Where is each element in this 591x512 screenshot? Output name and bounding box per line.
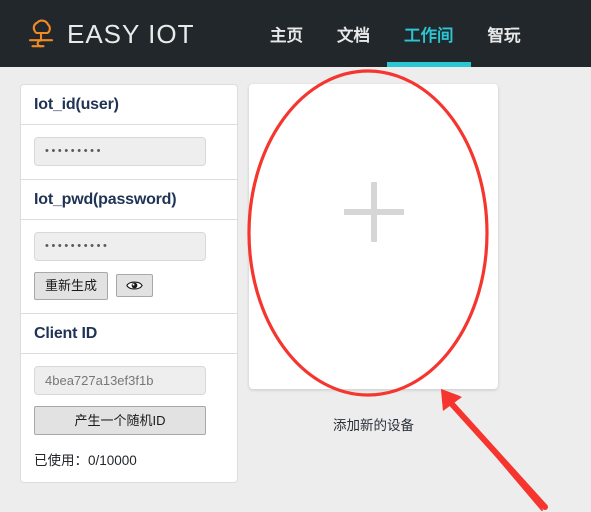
main-navigation: 主页 文档 工作间 智玩: [253, 0, 538, 67]
client-id-actions: 产生一个随机ID: [34, 405, 224, 436]
client-id-section-header: Client ID: [21, 314, 237, 354]
nav-label: 智玩: [487, 26, 521, 45]
client-id-title: Client ID: [34, 324, 98, 342]
nav-label: 文档: [337, 26, 370, 45]
toggle-password-visibility-button[interactable]: [116, 274, 154, 298]
iot-id-section-header: Iot_id(user): [21, 85, 237, 125]
iot-id-title: Iot_id(user): [34, 96, 119, 113]
brand-logo[interactable]: EASY IOT: [24, 12, 194, 56]
iot-pwd-section-body: •••••••••• 重新生成: [21, 220, 237, 314]
brand-title: EASY IOT: [67, 18, 195, 49]
client-id-input[interactable]: [34, 365, 206, 395]
iot-pwd-actions: 重新生成: [34, 272, 224, 300]
eye-icon: [126, 281, 143, 290]
iot-id-section-body: •••••••••: [21, 125, 237, 180]
add-device-label: 添加新的设备: [333, 418, 414, 433]
iot-id-input[interactable]: •••••••••: [34, 137, 206, 166]
regenerate-button[interactable]: 重新生成: [34, 272, 109, 300]
iot-pwd-input[interactable]: ••••••••••: [34, 232, 206, 261]
usage-counter: 已使用：0/10000: [34, 453, 137, 469]
site-header: EASY IOT 主页 文档 工作间 智玩: [0, 0, 591, 67]
plus-icon: [343, 182, 404, 242]
credentials-panel: Iot_id(user) ••••••••• Iot_pwd(password)…: [20, 84, 238, 484]
nav-item-play[interactable]: 智玩: [471, 0, 538, 67]
add-device-card[interactable]: 添加新的设备: [249, 84, 498, 433]
nav-item-home[interactable]: 主页: [253, 0, 320, 67]
nav-label: 主页: [270, 26, 303, 45]
generate-random-id-button[interactable]: 产生一个随机ID: [34, 405, 206, 436]
cloud-tree-icon: [28, 19, 54, 48]
client-id-section-body: 产生一个随机ID 已使用：0/10000: [21, 354, 237, 483]
nav-item-docs[interactable]: 文档: [320, 0, 387, 67]
nav-item-workspace[interactable]: 工作间: [387, 0, 471, 67]
nav-label: 工作间: [404, 26, 454, 45]
iot-pwd-section-header: Iot_pwd(password): [21, 180, 237, 220]
iot-pwd-title: Iot_pwd(password): [34, 191, 177, 208]
page-root: EASY IOT 主页 文档 工作间 智玩 Iot_id(user) •••••…: [0, 0, 591, 512]
pointer-arrow: [441, 389, 548, 511]
